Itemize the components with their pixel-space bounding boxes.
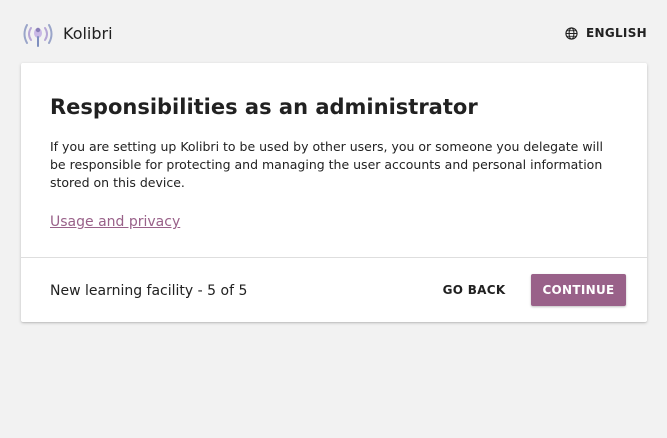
page-title: Responsibilities as an administrator <box>50 95 478 119</box>
kolibri-hummingbird-icon <box>23 24 53 47</box>
app-header: Kolibri ENGLISH <box>0 0 667 64</box>
usage-privacy-link[interactable]: Usage and privacy <box>50 212 180 232</box>
continue-button[interactable]: CONTINUE <box>531 274 626 306</box>
go-back-button[interactable]: GO BACK <box>431 274 517 306</box>
setup-card: Responsibilities as an administrator If … <box>21 63 647 322</box>
app-name: Kolibri <box>63 24 113 43</box>
globe-icon <box>565 26 578 40</box>
language-switcher[interactable]: ENGLISH <box>565 25 647 41</box>
responsibilities-description: If you are setting up Kolibri to be used… <box>50 139 603 190</box>
card-footer: New learning facility - 5 of 5 GO BACK C… <box>21 258 647 322</box>
language-label: ENGLISH <box>586 26 647 40</box>
step-indicator: New learning facility - 5 of 5 <box>50 283 248 299</box>
card-body: Responsibilities as an administrator If … <box>50 92 620 232</box>
